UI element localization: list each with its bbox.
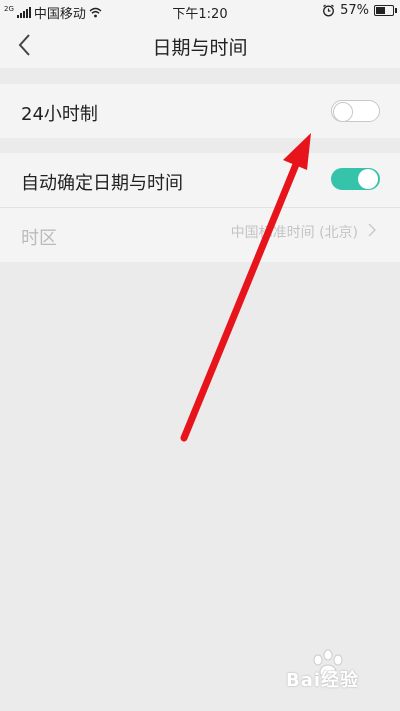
chevron-right-icon — [368, 223, 376, 237]
toggle-24-hour[interactable] — [331, 100, 380, 122]
setting-row-auto-time[interactable]: 自动确定日期与时间 — [0, 153, 400, 207]
toggle-knob — [333, 102, 353, 122]
battery-fill — [376, 7, 385, 14]
watermark-text: Bai经验 — [286, 670, 360, 691]
battery-icon — [374, 5, 397, 16]
battery-percent: 57% — [340, 3, 369, 18]
watermark-logo: Bai经验 — [280, 649, 390, 696]
setting-row-timezone[interactable]: 时区 中国标准时间 (北京) — [0, 208, 400, 262]
nav-bar: 日期与时间 — [0, 22, 400, 68]
timezone-value: 中国标准时间 (北京) — [230, 225, 358, 241]
toggle-knob — [358, 169, 378, 189]
setting-row-24-hour[interactable]: 24小时制 — [0, 84, 400, 138]
status-right: 57% — [322, 3, 397, 18]
page-title: 日期与时间 — [152, 37, 248, 59]
status-bar: 2G 中国移动 下午1:20 57% — [0, 0, 400, 22]
setting-label-24-hour: 24小时制 — [21, 104, 98, 125]
setting-label-timezone: 时区 — [21, 228, 57, 249]
toggle-auto-time[interactable] — [331, 168, 380, 190]
alarm-icon — [323, 4, 335, 17]
setting-label-auto-time: 自动确定日期与时间 — [21, 173, 183, 194]
